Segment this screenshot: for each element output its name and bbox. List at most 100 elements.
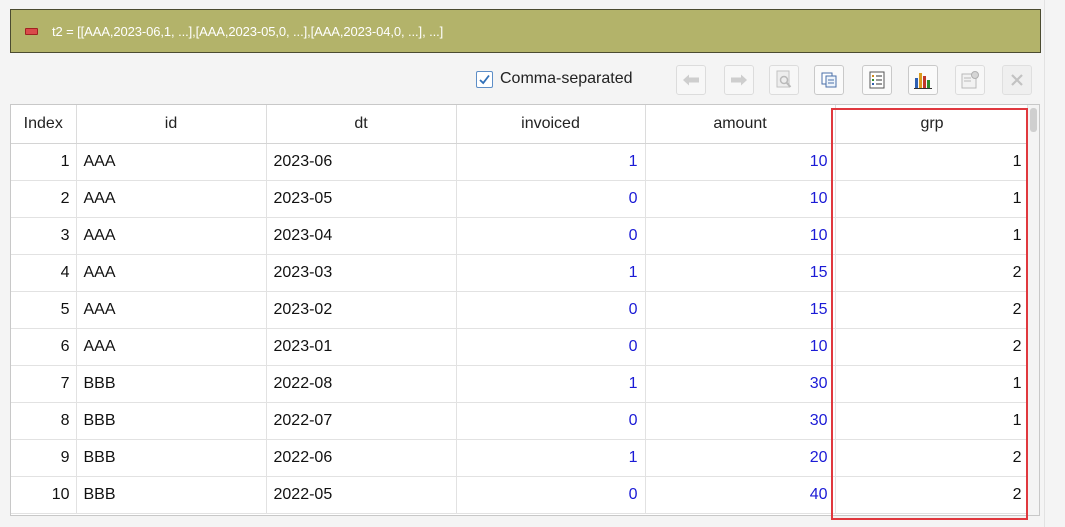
cell-dt[interactable]: 2022-05 (266, 476, 457, 514)
variable-header-bar: t2 = [[AAA,2023-06,1, ...],[AAA,2023-05,… (10, 9, 1041, 53)
table-header-row: Index id dt invoiced amount grp (11, 105, 1030, 144)
chart-icon (914, 73, 932, 89)
table-row[interactable]: 5 AAA 2023-02 0 15 2 (11, 291, 1030, 329)
cell-grp[interactable]: 1 (835, 143, 1030, 181)
cell-dt[interactable]: 2023-06 (266, 143, 457, 181)
cell-id[interactable]: AAA (76, 180, 267, 218)
column-header-amount[interactable]: amount (645, 105, 836, 144)
cell-grp[interactable]: 2 (835, 328, 1030, 366)
cell-amount[interactable]: 30 (645, 402, 836, 440)
result-table: Index id dt invoiced amount grp 1 AAA 20… (11, 105, 1030, 514)
cell-id[interactable]: BBB (76, 476, 267, 514)
cell-index: 5 (11, 291, 77, 329)
table-row[interactable]: 3 AAA 2023-04 0 10 1 (11, 217, 1030, 255)
cell-invoiced[interactable]: 1 (456, 143, 646, 181)
table-row[interactable]: 6 AAA 2023-01 0 10 2 (11, 328, 1030, 366)
table-row[interactable]: 7 BBB 2022-08 1 30 1 (11, 365, 1030, 403)
table-row[interactable]: 4 AAA 2023-03 1 15 2 (11, 254, 1030, 292)
cell-amount[interactable]: 15 (645, 254, 836, 292)
column-header-index[interactable]: Index (11, 105, 77, 144)
table-row[interactable]: 8 BBB 2022-07 0 30 1 (11, 402, 1030, 440)
list-button[interactable] (862, 65, 892, 95)
cell-index: 10 (11, 476, 77, 514)
cell-invoiced[interactable]: 0 (456, 291, 646, 329)
forward-arrow-icon (731, 74, 747, 86)
cell-amount[interactable]: 20 (645, 439, 836, 477)
cell-index: 3 (11, 217, 77, 255)
cell-dt[interactable]: 2022-08 (266, 365, 457, 403)
cell-invoiced[interactable]: 1 (456, 439, 646, 477)
cell-invoiced[interactable]: 1 (456, 365, 646, 403)
column-header-dt[interactable]: dt (266, 105, 457, 144)
copy-icon (821, 72, 837, 88)
cell-dt[interactable]: 2023-04 (266, 217, 457, 255)
cell-id[interactable]: AAA (76, 217, 267, 255)
cell-amount[interactable]: 30 (645, 365, 836, 403)
vertical-scrollbar[interactable] (1027, 105, 1039, 515)
cell-grp[interactable]: 1 (835, 365, 1030, 403)
cell-grp[interactable]: 1 (835, 180, 1030, 218)
cell-index: 6 (11, 328, 77, 366)
close-icon (1011, 74, 1023, 86)
cell-grp[interactable]: 2 (835, 439, 1030, 477)
variable-expression: t2 = [[AAA,2023-06,1, ...],[AAA,2023-05,… (52, 23, 444, 39)
table-row[interactable]: 1 AAA 2023-06 1 10 1 (11, 143, 1030, 181)
cell-id[interactable]: BBB (76, 402, 267, 440)
comma-separated-option[interactable]: Comma-separated (476, 68, 633, 90)
cell-amount[interactable]: 10 (645, 217, 836, 255)
cell-dt[interactable]: 2023-01 (266, 328, 457, 366)
cell-dt[interactable]: 2023-02 (266, 291, 457, 329)
chart-button[interactable] (908, 65, 938, 95)
table-row[interactable]: 2 AAA 2023-05 0 10 1 (11, 180, 1030, 218)
properties-icon (961, 71, 979, 89)
cell-id[interactable]: BBB (76, 365, 267, 403)
cell-index: 4 (11, 254, 77, 292)
table-row[interactable]: 9 BBB 2022-06 1 20 2 (11, 439, 1030, 477)
comma-separated-checkbox[interactable] (476, 70, 493, 88)
cell-index: 9 (11, 439, 77, 477)
cell-id[interactable]: AAA (76, 143, 267, 181)
cell-id[interactable]: AAA (76, 254, 267, 292)
cell-index: 7 (11, 365, 77, 403)
cell-invoiced[interactable]: 1 (456, 254, 646, 292)
cell-dt[interactable]: 2023-03 (266, 254, 457, 292)
column-header-invoiced[interactable]: invoiced (456, 105, 646, 144)
cell-index: 2 (11, 180, 77, 218)
collapse-icon[interactable] (25, 27, 38, 35)
cell-index: 8 (11, 402, 77, 440)
cell-amount[interactable]: 10 (645, 328, 836, 366)
cell-id[interactable]: AAA (76, 328, 267, 366)
cell-amount[interactable]: 10 (645, 143, 836, 181)
cell-amount[interactable]: 15 (645, 291, 836, 329)
cell-invoiced[interactable]: 0 (456, 328, 646, 366)
back-arrow-icon (683, 74, 699, 86)
column-header-id[interactable]: id (76, 105, 267, 144)
cell-amount[interactable]: 40 (645, 476, 836, 514)
cell-dt[interactable]: 2023-05 (266, 180, 457, 218)
cell-grp[interactable]: 2 (835, 291, 1030, 329)
back-button[interactable] (676, 65, 706, 95)
preview-button[interactable] (769, 65, 799, 95)
cell-dt[interactable]: 2022-07 (266, 402, 457, 440)
scrollbar-thumb[interactable] (1030, 108, 1037, 132)
preview-icon (776, 70, 792, 88)
forward-button[interactable] (724, 65, 754, 95)
cell-invoiced[interactable]: 0 (456, 180, 646, 218)
table-row[interactable]: 10 BBB 2022-05 0 40 2 (11, 476, 1030, 514)
cell-invoiced[interactable]: 0 (456, 402, 646, 440)
cell-invoiced[interactable]: 0 (456, 217, 646, 255)
column-header-grp[interactable]: grp (835, 105, 1030, 144)
cell-id[interactable]: BBB (76, 439, 267, 477)
cell-invoiced[interactable]: 0 (456, 476, 646, 514)
close-button[interactable] (1002, 65, 1032, 95)
cell-dt[interactable]: 2022-06 (266, 439, 457, 477)
cell-grp[interactable]: 1 (835, 217, 1030, 255)
copy-button[interactable] (814, 65, 844, 95)
cell-grp[interactable]: 1 (835, 402, 1030, 440)
cell-amount[interactable]: 10 (645, 180, 836, 218)
cell-grp[interactable]: 2 (835, 476, 1030, 514)
cell-id[interactable]: AAA (76, 291, 267, 329)
properties-button[interactable] (955, 65, 985, 95)
comma-separated-label: Comma-separated (500, 70, 633, 87)
cell-grp[interactable]: 2 (835, 254, 1030, 292)
